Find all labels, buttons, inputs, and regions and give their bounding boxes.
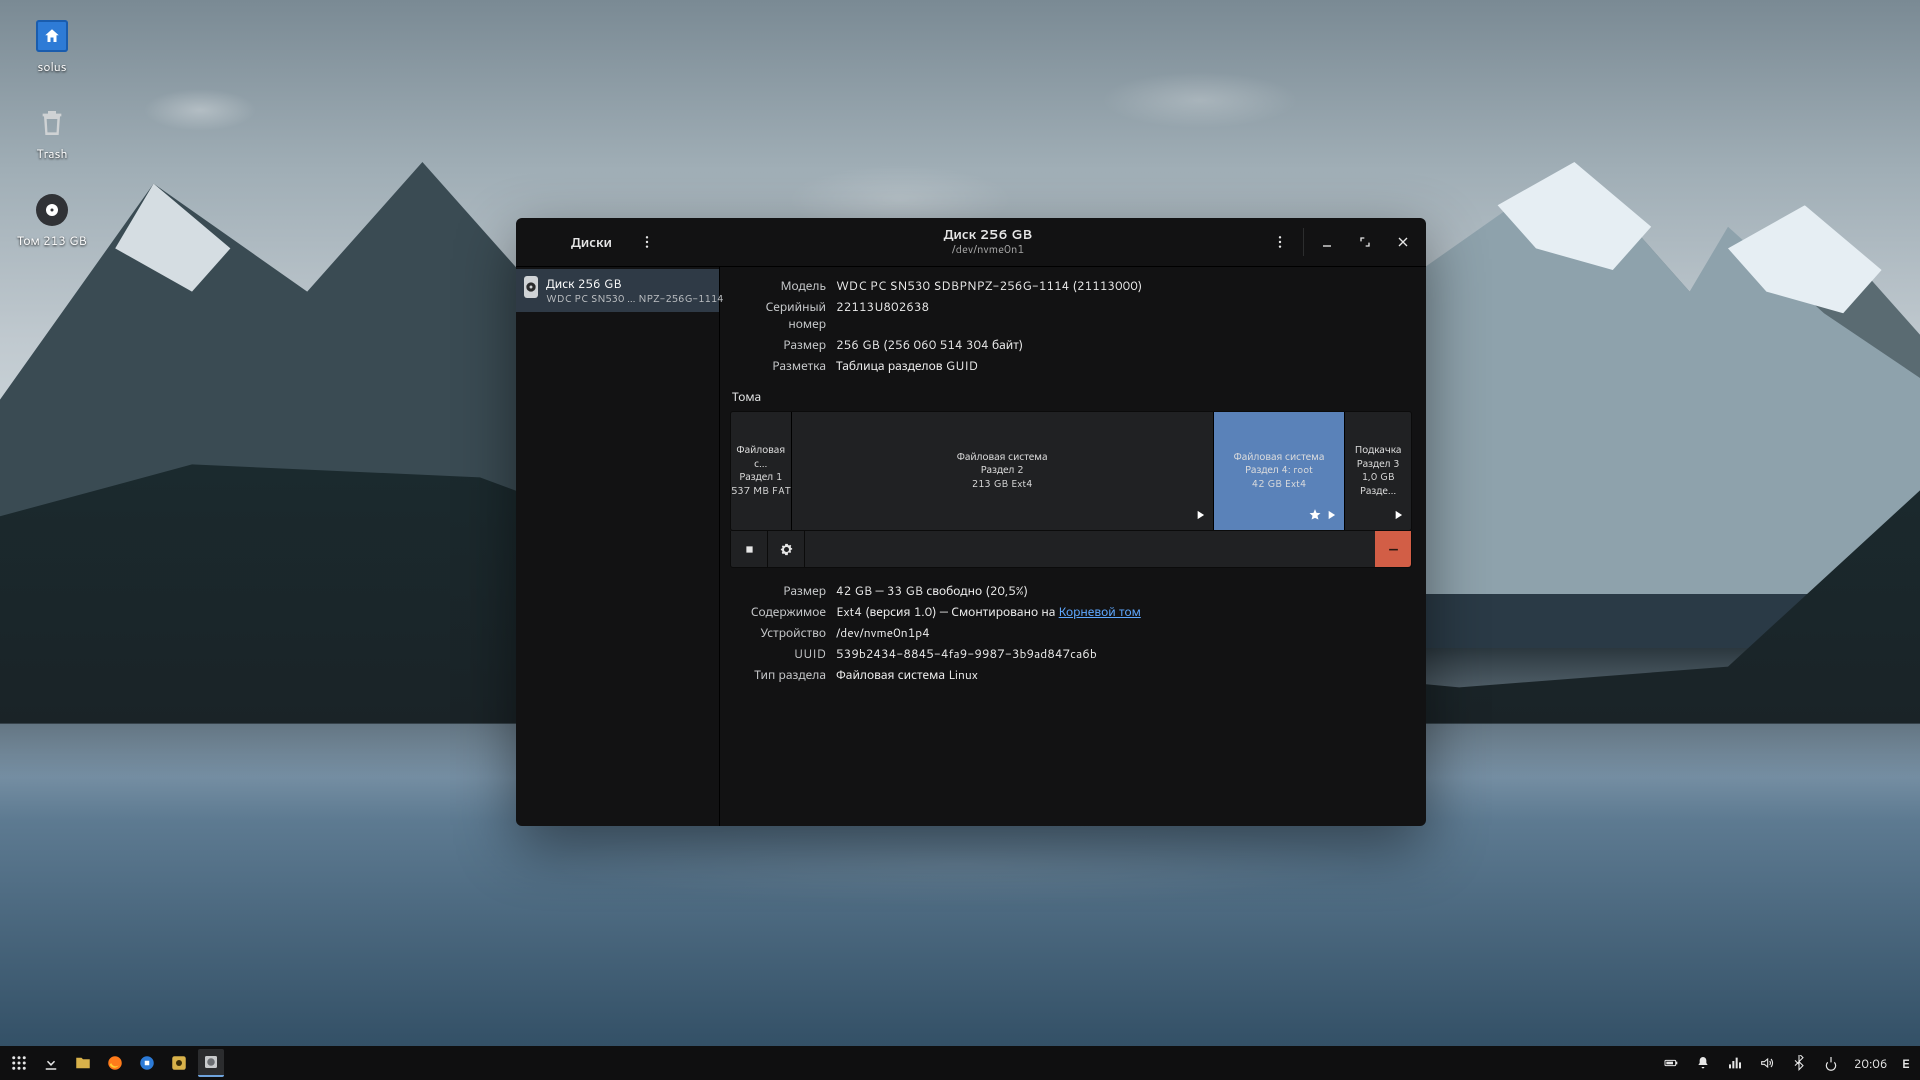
volume-actions [730, 531, 1412, 568]
disks-window: Диски Диск 256 GB /dev/nvme0n1 Диск 256 … [516, 218, 1426, 826]
desktop-icon-label: solus [12, 58, 92, 75]
volume-partition-2[interactable]: Файловая система Раздел 2 213 GB Ext4 [792, 412, 1214, 530]
sidebar-disk-sub: WDC PC SN530 … NPZ-256G-1114 [546, 292, 724, 306]
tray-network-icon[interactable] [1722, 1050, 1748, 1076]
titlebar[interactable]: Диски Диск 256 GB /dev/nvme0n1 [516, 218, 1426, 267]
trash-icon [36, 107, 68, 139]
disk-subtitle: /dev/nvme0n1 [952, 243, 1025, 256]
tray-notifications-icon[interactable] [1690, 1050, 1716, 1076]
delete-partition-button[interactable] [1375, 531, 1411, 567]
disk-menu-button[interactable] [1263, 218, 1297, 266]
sidebar-disk-title: Диск 256 GB [546, 275, 724, 292]
partition-properties: Размер 42 GB — 33 GB свободно (20,5%) Со… [730, 582, 1412, 683]
desktop-icon-trash[interactable]: Trash [12, 107, 92, 162]
task-firefox[interactable] [102, 1050, 128, 1076]
unmount-button[interactable] [731, 531, 768, 567]
desktop-icon-label: Trash [12, 145, 92, 162]
desktop-icon-volume[interactable]: Том 213 GB [12, 194, 92, 249]
disk-properties: Модель WDC PC SN530 SDBPNPZ-256G-1114 (2… [730, 277, 1412, 374]
tray-power-icon[interactable] [1818, 1050, 1844, 1076]
volumes-label: Тома [732, 388, 1412, 405]
volume-partition-3[interactable]: Подкачка Раздел 3 1,0 GB Разде… [1345, 412, 1411, 530]
panel-clock[interactable]: 20:06 [1850, 1055, 1892, 1072]
mount-icon [1391, 508, 1405, 527]
app-title: Диски [571, 233, 612, 252]
task-software[interactable] [134, 1050, 160, 1076]
volume-partition-4[interactable]: Файловая система Раздел 4: root 42 GB Ex… [1214, 412, 1346, 530]
task-files[interactable] [70, 1050, 96, 1076]
desktop-icon-home[interactable]: solus [12, 20, 92, 75]
panel: 20:06 E [0, 1046, 1920, 1080]
task-downloads[interactable] [38, 1050, 64, 1076]
mount-point-link[interactable]: Корневой том [1059, 603, 1141, 620]
disk-icon [36, 194, 68, 226]
app-launcher-button[interactable] [6, 1050, 32, 1076]
close-button[interactable] [1386, 218, 1420, 266]
mount-icon [1193, 508, 1207, 527]
hdd-icon [524, 276, 538, 298]
home-icon [36, 20, 68, 52]
maximize-button[interactable] [1348, 218, 1382, 266]
volume-settings-button[interactable] [768, 531, 805, 567]
volume-partition-1[interactable]: Файловая с… Раздел 1 537 MB FAT [731, 412, 792, 530]
panel-lang[interactable]: E [1898, 1055, 1914, 1072]
volumes-bar: Файловая с… Раздел 1 537 MB FAT Файловая… [730, 411, 1412, 531]
task-disks[interactable] [198, 1049, 224, 1077]
tray-battery-icon[interactable] [1658, 1050, 1684, 1076]
star-icon [1308, 508, 1322, 527]
desktop-icon-label: Том 213 GB [12, 232, 92, 249]
minimize-button[interactable] [1310, 218, 1344, 266]
app-menu-button[interactable] [630, 218, 664, 266]
disks-sidebar: Диск 256 GB WDC PC SN530 … NPZ-256G-1114 [516, 267, 720, 826]
tray-volume-icon[interactable] [1754, 1050, 1780, 1076]
tray-bluetooth-icon[interactable] [1786, 1050, 1812, 1076]
mount-icon [1324, 508, 1338, 527]
sidebar-disk-item[interactable]: Диск 256 GB WDC PC SN530 … NPZ-256G-1114 [516, 269, 719, 312]
task-settings[interactable] [166, 1050, 192, 1076]
